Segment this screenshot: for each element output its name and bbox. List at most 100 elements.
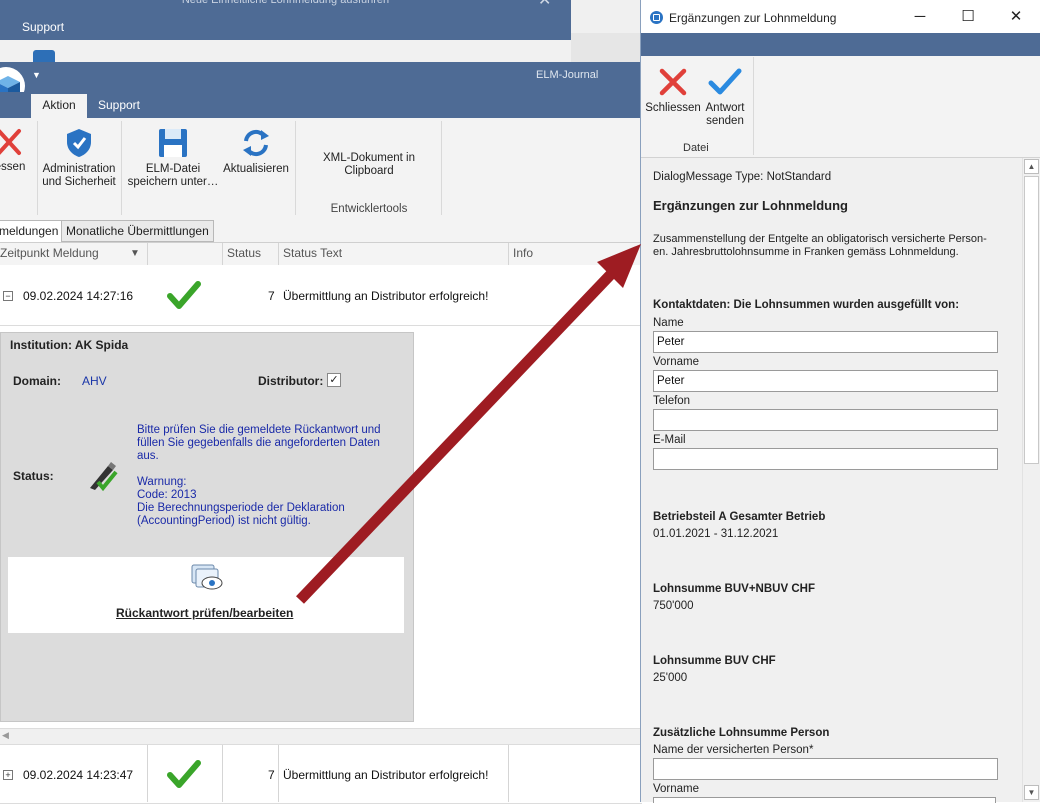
dialog-title: Ergänzungen zur Lohnmeldung — [669, 11, 837, 25]
name-label: Name — [653, 317, 684, 329]
dialog-band — [641, 33, 1040, 56]
background-tabbar — [0, 14, 571, 40]
review-document-icon[interactable] — [190, 563, 224, 596]
description-line-1: Zusammenstellung der Entgelte an obligat… — [653, 233, 987, 245]
column-header-status-text[interactable]: Status Text — [283, 246, 342, 260]
row-status-text: Übermittlung an Distributor erfolgreich! — [283, 289, 489, 303]
background-window-title: Neue Einheitliche Lohnmeldung ausführen — [0, 0, 571, 14]
horizontal-scrollbar[interactable] — [0, 728, 642, 745]
ribbon-separator — [753, 57, 754, 155]
tab-support[interactable]: Support — [87, 94, 151, 118]
save-elm-file-button[interactable]: ELM-Datei speichern unter… — [124, 128, 222, 189]
background-tab-support[interactable]: Support — [8, 14, 78, 40]
scroll-down-icon[interactable]: ▼ — [1024, 785, 1039, 800]
send-answer-label-2: senden — [706, 115, 744, 127]
insured-vorname-label: Vorname — [653, 783, 700, 795]
review-response-link[interactable]: Rückantwort prüfen/bearbeiten — [116, 606, 293, 620]
scroll-up-icon[interactable]: ▲ — [1024, 159, 1039, 174]
tab-monatliche-uebermittlungen[interactable]: Monatliche Übermittlungen — [61, 220, 214, 242]
xml-clipboard-label: XML-Dokument in Clipboard — [322, 152, 416, 177]
shield-icon — [33, 50, 55, 62]
vorname-label: Vorname — [653, 356, 700, 368]
telefon-field[interactable] — [653, 409, 998, 431]
column-header-status[interactable]: Status — [227, 246, 261, 260]
buv-value: 25'000 — [653, 672, 688, 684]
refresh-label: Aktualisieren — [223, 163, 289, 175]
send-answer-button[interactable]: Antwort senden — [702, 67, 748, 128]
refresh-button[interactable]: Aktualisieren — [220, 128, 292, 176]
schliessen-label: Schliessen — [645, 102, 701, 114]
vorname-field[interactable] — [653, 370, 998, 392]
scroll-left-icon[interactable]: ◀ — [2, 730, 9, 741]
email-field[interactable] — [653, 448, 998, 470]
close-window-icon[interactable]: ✕ — [1001, 6, 1031, 28]
dialog-heading: Ergänzungen zur Lohnmeldung — [653, 198, 848, 213]
background-ribbon — [0, 40, 571, 62]
distributor-label: Distributor: — [258, 374, 324, 388]
column-header-info[interactable]: Info — [513, 246, 533, 260]
column-header-zeitpunkt[interactable]: Zeitpunkt Meldung — [0, 246, 99, 260]
close-button-label: essen — [0, 161, 26, 173]
dialog-app-icon — [650, 11, 663, 24]
extra-salary-heading: Zusätzliche Lohnsumme Person — [653, 727, 830, 739]
row-expand-icon[interactable]: + — [3, 770, 13, 780]
status-line: Bitte prüfen Sie die gemeldete Rückantwo… — [137, 424, 381, 462]
row-timestamp: 09.02.2024 14:23:47 — [23, 768, 134, 782]
status-line: Die Berechnungsperiode der Deklaration (… — [137, 502, 345, 527]
save-elm-file-label: ELM-Datei speichern unter… — [127, 163, 219, 188]
insured-vorname-field[interactable] — [653, 797, 996, 803]
email-label: E-Mail — [653, 434, 686, 446]
tab-aktion[interactable]: Aktion — [31, 94, 87, 118]
sort-dropdown-icon[interactable]: ▼ — [130, 248, 140, 259]
buv-heading: Lohnsumme BUV CHF — [653, 655, 776, 667]
tab-meldungen[interactable]: meldungen — [0, 220, 64, 242]
schliessen-button[interactable]: Schliessen — [645, 67, 701, 115]
close-button[interactable]: essen — [0, 128, 30, 174]
status-line — [137, 463, 387, 476]
status-line: Code: 2013 — [137, 489, 197, 501]
domain-value: AHV — [82, 374, 107, 388]
betriebsteil-period: 01.01.2021 - 31.12.2021 — [653, 528, 779, 540]
quick-access-dropdown-icon[interactable]: ▼ — [32, 70, 41, 80]
success-check-icon — [167, 759, 201, 792]
name-field[interactable] — [653, 331, 998, 353]
pen-check-icon — [86, 458, 120, 495]
row-timestamp: 09.02.2024 14:27:16 — [23, 289, 134, 303]
minimize-icon[interactable]: ─ — [905, 6, 935, 28]
row-status: 7 — [268, 768, 275, 782]
distributor-checkbox[interactable]: ✓ — [327, 373, 341, 387]
row-collapse-icon[interactable]: − — [3, 291, 13, 301]
devtools-group-label: Entwicklertools — [330, 203, 408, 215]
background-desktop-strip — [571, 33, 643, 62]
xml-clipboard-button[interactable]: XML-Dokument in Clipboard — [298, 152, 440, 178]
scrollbar-thumb[interactable] — [1024, 176, 1039, 464]
close-icon — [0, 129, 21, 155]
send-answer-label: Antwort — [705, 102, 745, 114]
insured-name-label: Name der versicherten Person* — [653, 744, 814, 756]
shield-icon — [67, 129, 91, 157]
main-window-title: ELM-Journal — [536, 69, 599, 81]
row-status: 7 — [268, 289, 275, 303]
checkmark-icon — [708, 68, 742, 95]
save-icon — [159, 129, 187, 157]
insured-name-field[interactable] — [653, 758, 998, 780]
buv-nbuv-heading: Lohnsumme BUV+NBUV CHF — [653, 583, 815, 595]
domain-label: Domain: — [13, 374, 61, 388]
status-message: Bitte prüfen Sie die gemeldete Rückantwo… — [137, 424, 387, 528]
success-check-icon — [167, 280, 201, 313]
refresh-icon — [243, 129, 269, 157]
contact-heading: Kontaktdaten: Die Lohnsummen wurden ausg… — [653, 299, 960, 311]
description-line-2: en. Jahresbruttolohnsumme in Franken gem… — [653, 246, 959, 258]
message-type: DialogMessage Type: NotStandard — [653, 171, 832, 183]
betriebsteil-heading: Betriebsteil A Gesamter Betrieb — [653, 511, 826, 523]
admin-security-button[interactable]: Administration und Sicherheit — [40, 128, 118, 189]
buv-nbuv-value: 750'000 — [653, 600, 694, 612]
status-line: Warnung: — [137, 476, 187, 488]
row-status-text: Übermittlung an Distributor erfolgreich! — [283, 768, 489, 782]
institution-label: Institution: AK Spida — [10, 338, 129, 352]
telefon-label: Telefon — [653, 395, 691, 407]
close-icon — [659, 68, 687, 96]
maximize-icon[interactable]: ☐ — [953, 6, 983, 28]
datei-group-label: Datei — [683, 142, 709, 154]
background-close-icon[interactable]: ✕ — [538, 0, 551, 10]
